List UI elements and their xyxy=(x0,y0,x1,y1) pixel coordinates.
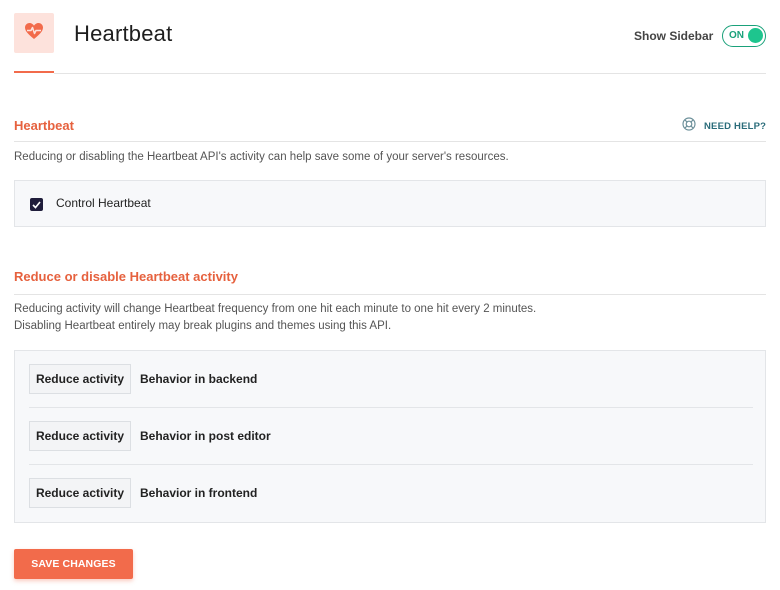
behavior-row-backend: Reduce activity Behavior in backend xyxy=(15,351,765,408)
control-heartbeat-label: Control Heartbeat xyxy=(56,196,151,210)
control-heartbeat-checkbox[interactable] xyxy=(30,198,43,211)
section-title-reduce: Reduce or disable Heartbeat activity xyxy=(14,269,238,284)
heartbeat-icon xyxy=(24,22,44,45)
section-divider xyxy=(14,294,766,295)
checkmark-icon xyxy=(32,200,41,209)
lifebuoy-icon xyxy=(682,117,696,136)
post-editor-behavior-label: Behavior in post editor xyxy=(140,429,271,443)
toggle-knob xyxy=(748,28,763,43)
need-help-link[interactable]: NEED HELP? xyxy=(682,117,766,136)
show-sidebar-label: Show Sidebar xyxy=(634,29,714,43)
behavior-row-post-editor: Reduce activity Behavior in post editor xyxy=(15,408,765,465)
page-title: Heartbeat xyxy=(74,21,173,46)
behavior-settings-panel: Reduce activity Behavior in backend Redu… xyxy=(14,350,766,523)
header-divider xyxy=(54,73,766,74)
post-editor-activity-select[interactable]: Reduce activity xyxy=(29,421,131,451)
behavior-row-frontend: Reduce activity Behavior in frontend xyxy=(15,465,765,522)
page-header: Heartbeat Show Sidebar ON xyxy=(0,0,780,74)
save-changes-button[interactable]: SAVE CHANGES xyxy=(14,549,133,579)
toggle-state-text: ON xyxy=(729,30,744,41)
backend-activity-select[interactable]: Reduce activity xyxy=(29,364,131,394)
frontend-activity-select[interactable]: Reduce activity xyxy=(29,478,131,508)
section-description-line2: Disabling Heartbeat entirely may break p… xyxy=(14,320,392,332)
need-help-text: NEED HELP? xyxy=(704,121,767,132)
frontend-behavior-label: Behavior in frontend xyxy=(140,486,258,500)
section-description: Reducing or disabling the Heartbeat API'… xyxy=(14,151,509,163)
section-divider xyxy=(14,141,766,142)
control-heartbeat-panel: Control Heartbeat xyxy=(14,180,766,227)
show-sidebar-toggle[interactable]: ON xyxy=(722,25,766,47)
section-title-heartbeat: Heartbeat xyxy=(14,118,74,133)
section-description-line1: Reducing activity will change Heartbeat … xyxy=(14,303,537,315)
backend-behavior-label: Behavior in backend xyxy=(140,372,258,386)
active-tab-indicator xyxy=(14,71,54,73)
heartbeat-icon-box xyxy=(14,13,54,53)
